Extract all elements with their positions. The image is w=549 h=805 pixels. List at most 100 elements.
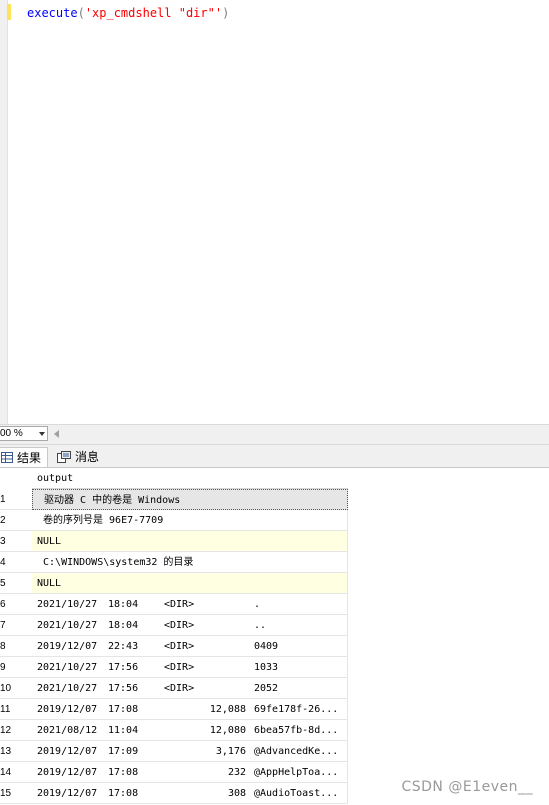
scroll-left-arrow-icon[interactable] <box>54 430 59 438</box>
cell-time: 18:04 <box>108 620 139 631</box>
cell-time: 17:08 <box>108 704 139 715</box>
cell-size: 3,176 <box>215 746 246 757</box>
row-number[interactable]: 15 <box>0 783 32 804</box>
grid-icon <box>1 452 13 463</box>
cell-dir-flag: <DIR> <box>164 683 195 694</box>
table-row[interactable]: 4 C:\WINDOWS\system32 的目录 <box>0 552 549 573</box>
table-row[interactable]: 13 2019/12/07 17:09 3,176 @AdvancedKe... <box>0 741 549 762</box>
table-row[interactable]: 2 卷的序列号是 96E7-7709 <box>0 510 549 531</box>
code-paren-close: ) <box>222 6 230 20</box>
cell-name: 6bea57fb-8d... <box>254 725 339 736</box>
cell-name: @AudioToast... <box>254 788 339 799</box>
table-row[interactable]: 6 2021/10/27 18:04 <DIR>. <box>0 594 549 615</box>
output-cell[interactable]: 驱动器 C 中的卷是 Windows <box>32 489 348 510</box>
code-paren-open: ( <box>77 6 85 20</box>
row-number[interactable]: 9 <box>0 657 32 678</box>
cell-name: 0409 <box>254 641 279 652</box>
table-row[interactable]: 12 2021/08/12 11:04 12,080 6bea57fb-8d... <box>0 720 549 741</box>
output-cell[interactable]: 2021/10/27 17:56 <DIR> 2052 <box>32 678 348 699</box>
cell-size: 12,088 <box>209 704 246 715</box>
table-row[interactable]: 5 NULL <box>0 573 549 594</box>
cell-size: 308 <box>227 788 246 799</box>
row-number[interactable]: 11 <box>0 699 32 720</box>
cell-text: NULL <box>37 578 62 589</box>
table-row[interactable]: 1 驱动器 C 中的卷是 Windows <box>0 489 549 510</box>
row-number[interactable]: 8 <box>0 636 32 657</box>
query-editor[interactable]: execute('xp_cmdshell "dir"') <box>0 0 549 424</box>
cell-date: 2019/12/07 <box>37 788 98 799</box>
tab-results-label: 结果 <box>17 450 42 465</box>
watermark: CSDN @E1even__ <box>401 779 533 795</box>
cell-name: 1033 <box>254 662 279 673</box>
cell-date: 2019/12/07 <box>37 746 98 757</box>
output-cell[interactable]: 2019/12/07 22:43 <DIR> 0409 <box>32 636 348 657</box>
cell-dir-flag: <DIR> <box>164 599 195 610</box>
cell-dir-flag: <DIR> <box>164 641 195 652</box>
row-number[interactable]: 3 <box>0 531 32 552</box>
cell-time: 17:08 <box>108 767 139 778</box>
row-number[interactable]: 13 <box>0 741 32 762</box>
cell-date: 2021/10/27 <box>37 620 98 631</box>
cell-date: 2021/08/12 <box>37 725 98 736</box>
table-row[interactable]: 9 2021/10/27 17:56 <DIR> 1033 <box>0 657 549 678</box>
table-row[interactable]: 8 2019/12/07 22:43 <DIR> 0409 <box>0 636 549 657</box>
output-cell[interactable]: 2019/12/07 17:09 3,176 @AdvancedKe... <box>32 741 348 762</box>
cell-name: 2052 <box>254 683 279 694</box>
cell-dir-flag: <DIR> <box>164 662 195 673</box>
cell-date: 2021/10/27 <box>37 683 98 694</box>
zoom-bar: 00 % <box>0 424 549 445</box>
output-cell[interactable]: 2019/12/07 17:08 232 @AppHelpToa... <box>32 762 348 783</box>
cell-time: 11:04 <box>108 725 139 736</box>
output-cell[interactable]: 2019/12/07 17:08 308 @AudioToast... <box>32 783 348 804</box>
output-cell[interactable]: 卷的序列号是 96E7-7709 <box>32 510 348 531</box>
results-tab-strip: 结果 消息 <box>0 445 549 468</box>
chevron-down-icon <box>39 432 45 436</box>
row-number[interactable]: 2 <box>0 510 32 531</box>
change-indicator <box>7 4 11 20</box>
code-line-1[interactable]: execute('xp_cmdshell "dir"') <box>27 5 229 21</box>
zoom-value: 00 % <box>0 428 23 439</box>
row-number[interactable]: 12 <box>0 720 32 741</box>
cell-name: .. <box>254 620 267 631</box>
row-number[interactable]: 5 <box>0 573 32 594</box>
output-cell[interactable]: 2021/10/27 17:56 <DIR> 1033 <box>32 657 348 678</box>
row-number[interactable]: 10 <box>0 678 32 699</box>
cell-text: NULL <box>37 536 62 547</box>
tab-messages[interactable]: 消息 <box>53 447 105 467</box>
code-keyword: execute <box>27 6 78 20</box>
cell-name: @AppHelpToa... <box>254 767 339 778</box>
row-number[interactable]: 6 <box>0 594 32 615</box>
row-number[interactable]: 7 <box>0 615 32 636</box>
cell-text: 卷的序列号是 96E7-7709 <box>37 515 164 526</box>
results-grid[interactable]: output 1 驱动器 C 中的卷是 Windows 2 卷的序列号是 96E7… <box>0 468 549 805</box>
table-row[interactable]: 3 NULL <box>0 531 549 552</box>
output-cell[interactable]: 2021/10/27 18:04 <DIR>. <box>32 594 348 615</box>
cell-time: 22:43 <box>108 641 139 652</box>
output-cell[interactable]: 2019/12/07 17:08 12,088 69fe178f-26... <box>32 699 348 720</box>
output-cell[interactable]: 2021/08/12 11:04 12,080 6bea57fb-8d... <box>32 720 348 741</box>
cell-name: . <box>254 599 261 610</box>
zoom-dropdown[interactable]: 00 % <box>0 426 48 441</box>
tab-messages-label: 消息 <box>75 450 100 464</box>
column-header-output[interactable]: output <box>32 468 348 489</box>
output-cell[interactable]: C:\WINDOWS\system32 的目录 <box>32 552 348 573</box>
cell-time: 17:08 <box>108 788 139 799</box>
cell-time: 18:04 <box>108 599 139 610</box>
output-cell[interactable]: NULL <box>32 573 348 594</box>
output-cell[interactable]: 2021/10/27 18:04 <DIR>.. <box>32 615 348 636</box>
table-row[interactable]: 11 2019/12/07 17:08 12,088 69fe178f-26... <box>0 699 549 720</box>
editor-gutter <box>0 0 8 424</box>
cell-date: 2021/10/27 <box>37 599 98 610</box>
row-number[interactable]: 4 <box>0 552 32 573</box>
table-row[interactable]: 7 2021/10/27 18:04 <DIR>.. <box>0 615 549 636</box>
output-cell[interactable]: NULL <box>32 531 348 552</box>
table-row[interactable]: 10 2021/10/27 17:56 <DIR> 2052 <box>0 678 549 699</box>
cell-date: 2019/12/07 <box>37 641 98 652</box>
row-number[interactable]: 14 <box>0 762 32 783</box>
cell-time: 17:09 <box>108 746 139 757</box>
cell-text: C:\WINDOWS\system32 的目录 <box>37 557 194 568</box>
row-number[interactable]: 1 <box>0 489 32 510</box>
tab-results[interactable]: 结果 <box>0 447 48 467</box>
cell-date: 2019/12/07 <box>37 767 98 778</box>
cell-date: 2021/10/27 <box>37 662 98 673</box>
